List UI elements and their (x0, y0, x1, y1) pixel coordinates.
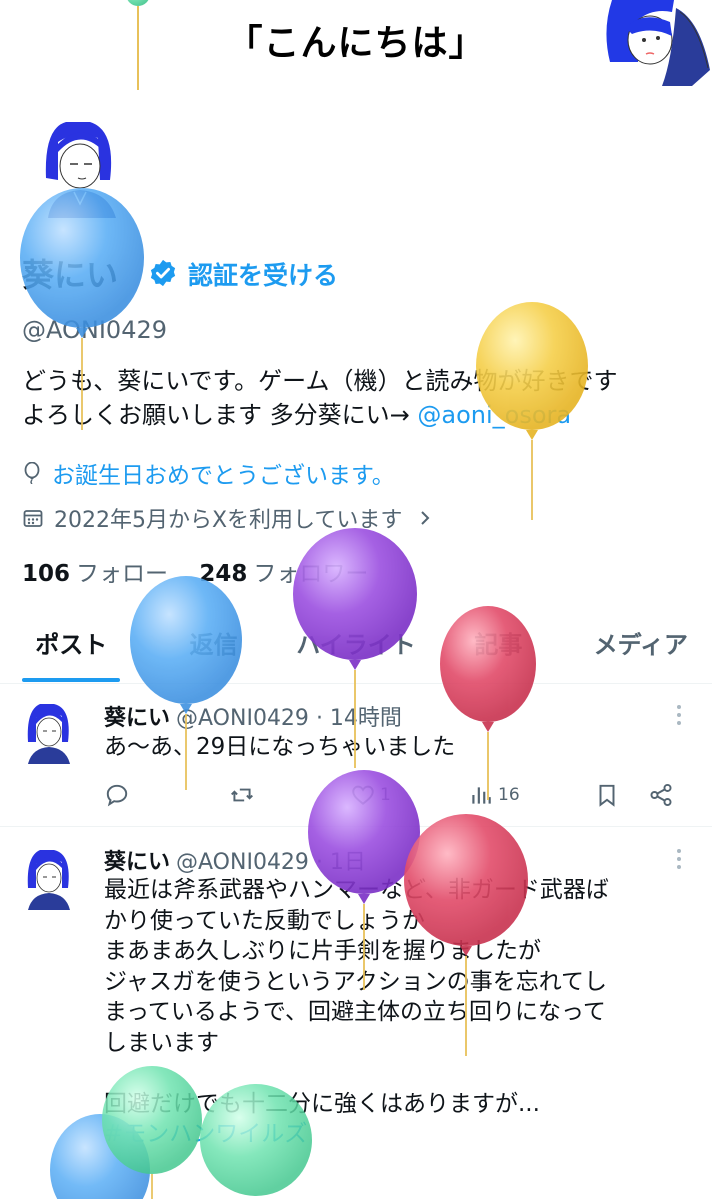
display-name: 葵にい (22, 256, 119, 294)
tab-highlights[interactable]: ハイライト (285, 624, 427, 682)
more-options-icon[interactable] (670, 846, 688, 872)
chevron-right-icon (421, 511, 430, 525)
post-avatar[interactable] (22, 702, 78, 764)
follow-stats: 106 フォロー 248 フォロワー (22, 554, 368, 588)
bio-line: よろしくお願いします 多分葵にい→ @aoni_osora (22, 398, 702, 432)
reply-icon (106, 784, 128, 807)
corner-character-illustration (606, 0, 710, 86)
followers-count: 248 (199, 561, 248, 587)
bookmark-button[interactable] (594, 782, 620, 808)
post-divider (0, 826, 712, 827)
views-chart-icon (472, 787, 491, 804)
birthday-text[interactable]: お誕生日おめでとうございます。 (52, 456, 395, 490)
post-text-line: しまいます (104, 1029, 219, 1056)
post-text: 最近は斧系武器やハンマーなど、非ガード武器ば かり使っていた反動でしょうか まあ… (104, 875, 694, 1150)
share-icon (650, 783, 672, 807)
profile-avatar[interactable] (36, 118, 128, 218)
post-author-name[interactable]: 葵にい (104, 850, 170, 875)
balloon-icon (24, 462, 40, 484)
post-header: 葵にい @AONI0429 · 14時間 (104, 700, 402, 732)
birthday-row: お誕生日おめでとうございます。 (22, 456, 395, 490)
post-author-name[interactable]: 葵にい (104, 706, 170, 731)
profile-bio: どうも、葵にいです。ゲーム（機）と読み物が好きです よろしくお願いします 多分葵… (22, 364, 702, 432)
post-text-line: ジャスガを使うというアクションの事を忘れてし (104, 968, 608, 995)
hashtag-link[interactable]: #モンハンワイルズ (104, 1119, 694, 1150)
followers-label: フォロワー (253, 561, 369, 587)
post-text-line: 最近は斧系武器やハンマーなど、非ガード武器ば (104, 877, 609, 903)
more-options-icon[interactable] (670, 702, 688, 728)
tabs-divider (0, 683, 712, 684)
tab-media[interactable]: メディア (570, 624, 712, 682)
views-button[interactable]: 16 (468, 782, 520, 808)
post-actions: 1 16 (104, 782, 684, 812)
tab-posts[interactable]: ポスト (0, 624, 142, 682)
bookmark-icon (599, 784, 615, 807)
calendar-icon (23, 510, 43, 527)
get-verified-link[interactable]: 認証を受ける (188, 256, 338, 292)
post-text-line (104, 1058, 694, 1089)
post-text-line: まあまあ久しぶりに片手剣を握りましたが (104, 938, 541, 964)
view-count: 16 (498, 785, 520, 805)
followers-link[interactable]: 248 フォロワー (199, 561, 368, 587)
verified-badge-icon (150, 259, 176, 287)
post-header: 葵にい @AONI0429 · 1日 (104, 844, 366, 876)
profile-handle: @AONI0429 (22, 316, 167, 344)
repost-button[interactable] (228, 782, 256, 808)
post-time[interactable]: · 1日 (316, 850, 366, 875)
post-text-line: まっているようで、回避主体の立ち回りになって (104, 999, 606, 1025)
heart-icon (352, 785, 374, 805)
bio-line: どうも、葵にいです。ゲーム（機）と読み物が好きです (22, 367, 618, 395)
post-author-handle[interactable]: @AONI0429 (176, 706, 309, 731)
post-text-line: 回避だけでも十二分に強くはありますが... (104, 1090, 540, 1117)
repost-icon (231, 788, 253, 802)
profile-tabs: ポスト 返信 ハイライト 記事 メディア (0, 624, 712, 682)
post-text: あ〜あ、29日になっちゃいました (104, 734, 456, 760)
tab-articles[interactable]: 記事 (427, 624, 569, 682)
like-button[interactable]: 1 (350, 782, 391, 808)
share-button[interactable] (648, 782, 674, 808)
like-count: 1 (380, 785, 391, 805)
post-time[interactable]: · 14時間 (316, 706, 402, 731)
following-link[interactable]: 106 フォロー (22, 561, 168, 587)
reply-button[interactable] (104, 782, 130, 808)
following-count: 106 (22, 561, 71, 587)
bio-text: よろしくお願いします 多分葵にい→ (22, 401, 418, 429)
post-author-handle[interactable]: @AONI0429 (176, 850, 309, 875)
tab-replies[interactable]: 返信 (142, 624, 284, 682)
joined-text: 2022年5月からXを利用しています (54, 508, 403, 533)
following-label: フォロー (76, 561, 169, 587)
post-text-line: かり使っていた反動でしょうか (104, 907, 425, 934)
joined-row[interactable]: 2022年5月からXを利用しています (22, 502, 432, 534)
bio-mention-link[interactable]: @aoni_osora (417, 401, 571, 429)
post-avatar[interactable] (22, 848, 78, 910)
